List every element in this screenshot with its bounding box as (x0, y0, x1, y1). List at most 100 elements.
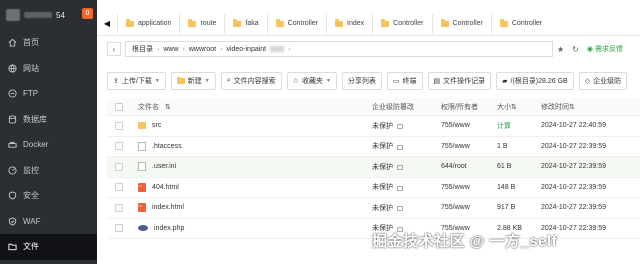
disk-button[interactable]: ▰/(根目录)28.26 GB (496, 72, 574, 90)
path-tab[interactable]: faka (224, 13, 266, 34)
folder-icon (126, 19, 134, 27)
sidebar-item-docker[interactable]: Docker (0, 132, 97, 158)
path-tab[interactable]: Controller (490, 13, 550, 34)
document-icon (138, 141, 146, 151)
breadcrumb-www[interactable]: www (163, 46, 178, 53)
enterprise-protect-button[interactable]: ◇ 企业级防 (578, 72, 628, 90)
file-toolbar: ⇪ 上传/下载 ▼ 新建 ▼ ⌕ 文件内容搜索 ☆ 收藏夹 ▼ 分享列表 ▭ 终端 ▤ 文件操作… (107, 72, 640, 92)
watermark: 掘金技术社区 @ 一方_self (372, 233, 558, 250)
lock-icon[interactable] (397, 185, 403, 191)
file-name[interactable]: .htaccess (152, 143, 182, 150)
modified-time: 2024-10-27 22:39:59 (541, 142, 606, 150)
folder-icon (188, 19, 197, 27)
col-perm[interactable]: 权限/所有者 (441, 102, 497, 112)
star-icon[interactable]: ★ (557, 45, 564, 54)
calculate-size-link[interactable]: 计算 (497, 121, 541, 131)
chevron-down-icon: ▼ (154, 78, 160, 84)
waf-icon (8, 217, 17, 226)
database-icon (8, 115, 17, 124)
notification-badge[interactable]: 0 (82, 8, 93, 19)
sidebar-item-website[interactable]: 网站 (0, 56, 97, 82)
folder-icon (8, 242, 17, 251)
folder-icon (440, 19, 449, 27)
feedback-link[interactable]: ◉ 需求反馈 (587, 44, 623, 54)
refresh-icon[interactable]: ↻ (572, 45, 579, 54)
modified-time: 2024-10-27 22:40:59 (541, 122, 606, 130)
perm-value[interactable]: 755/www (441, 122, 497, 129)
row-checkbox[interactable] (115, 162, 123, 171)
protect-status[interactable]: 未保护 (372, 141, 393, 151)
file-name[interactable]: index.php (154, 225, 184, 232)
server-name-blurred (24, 12, 52, 18)
content-search-button[interactable]: ⌕ 文件内容搜索 (220, 72, 282, 90)
sidebar-item-security[interactable]: 安全 (0, 183, 97, 209)
protect-status[interactable]: 未保护 (372, 162, 393, 172)
sidebar-item-waf[interactable]: WAF (0, 209, 97, 235)
sidebar: 54 0 首页 网站 FTP 数据库 Docker 监控 安全 WAF 文件 (0, 0, 97, 264)
back-button[interactable]: ‹ (107, 42, 121, 56)
col-size[interactable]: 大小⇅ (497, 102, 541, 112)
path-tab[interactable]: Index (326, 13, 372, 34)
favorites-button[interactable]: ☆ 收藏夹 ▼ (286, 72, 337, 90)
path-tab[interactable]: application (117, 13, 179, 34)
file-name[interactable]: .user.ini (152, 163, 176, 170)
col-name[interactable]: 文件名 ⇅ (131, 102, 372, 112)
sort-icon: ⇅ (511, 103, 517, 111)
select-all-checkbox[interactable] (115, 102, 123, 111)
breadcrumb-root[interactable]: 根目录 (132, 44, 153, 54)
protect-status[interactable]: 未保护 (372, 203, 393, 213)
row-checkbox[interactable] (115, 142, 123, 151)
table-row[interactable]: .user.ini 未保护 644/root 61 B 2024-10-27 2… (107, 157, 640, 178)
lock-icon[interactable] (397, 165, 403, 171)
share-list-button[interactable]: 分享列表 (341, 72, 382, 90)
row-checkbox[interactable] (115, 183, 123, 192)
path-tab[interactable]: Controller (372, 13, 431, 34)
folder-icon (381, 19, 390, 27)
modified-time: 2024-10-27 22:39:59 (541, 204, 606, 212)
sidebar-item-database[interactable]: 数据库 (0, 107, 97, 133)
path-tab[interactable]: Controller (266, 13, 326, 34)
col-modified[interactable]: 修改时间⇅ (541, 102, 640, 112)
feedback-icon: ◉ (586, 46, 593, 53)
lock-icon[interactable] (397, 144, 403, 150)
path-tab[interactable]: Controller (431, 13, 491, 34)
path-tab[interactable]: route (179, 13, 224, 34)
operation-log-button[interactable]: ▤ 文件操作记录 (427, 72, 492, 90)
table-row[interactable]: 404.html 未保护 755/www 148 B 2024-10-27 22… (107, 178, 640, 198)
log-icon: ▤ (433, 78, 441, 85)
new-button[interactable]: 新建 ▼ (170, 72, 216, 90)
lock-icon[interactable] (397, 124, 403, 130)
perm-value[interactable]: 644/root (441, 163, 497, 170)
lock-icon[interactable] (397, 206, 403, 212)
file-name[interactable]: 404.html (152, 184, 179, 191)
protect-status[interactable]: 未保护 (372, 182, 393, 192)
table-row[interactable]: index.html 未保护 755/www 917 B 2024-10-27 … (107, 198, 640, 219)
sidebar-item-home[interactable]: 首页 (0, 30, 97, 56)
path-breadcrumb[interactable]: 根目录 › www › wwwroot › video-inpaint › (125, 41, 553, 57)
sidebar-item-label: FTP (23, 89, 39, 99)
sidebar-item-files[interactable]: 文件 (0, 234, 97, 260)
html-file-icon (138, 182, 146, 192)
row-checkbox[interactable] (115, 203, 123, 212)
terminal-button[interactable]: ▭ 终端 (386, 72, 423, 90)
sidebar-item-label: 首页 (23, 38, 39, 48)
tabs-left-arrow-icon[interactable]: ◀ (97, 19, 117, 28)
sidebar-item-ftp[interactable]: FTP (0, 81, 97, 107)
row-checkbox[interactable] (115, 121, 123, 130)
table-row[interactable]: src 未保护 755/www 计算 2024-10-27 22:40:59 (107, 116, 640, 137)
perm-value[interactable]: 755/www (441, 204, 497, 211)
breadcrumb-current[interactable]: video-inpaint (226, 46, 266, 53)
perm-value[interactable]: 755/www (441, 184, 497, 191)
perm-value[interactable]: 755/www (441, 143, 497, 150)
breadcrumb-wwwroot[interactable]: wwwroot (189, 46, 216, 53)
server-avatar (6, 9, 20, 21)
file-name[interactable]: src (152, 122, 161, 129)
sidebar-item-monitor[interactable]: 监控 (0, 158, 97, 184)
file-name[interactable]: index.html (152, 204, 184, 211)
upload-download-button[interactable]: ⇪ 上传/下载 ▼ (107, 72, 166, 90)
protect-status[interactable]: 未保护 (372, 121, 393, 131)
server-name-suffix: 54 (56, 10, 65, 20)
row-checkbox[interactable] (115, 224, 123, 233)
sidebar-item-label: 网站 (23, 63, 39, 73)
table-row[interactable]: .htaccess 未保护 755/www 1 B 2024-10-27 22:… (107, 137, 640, 157)
